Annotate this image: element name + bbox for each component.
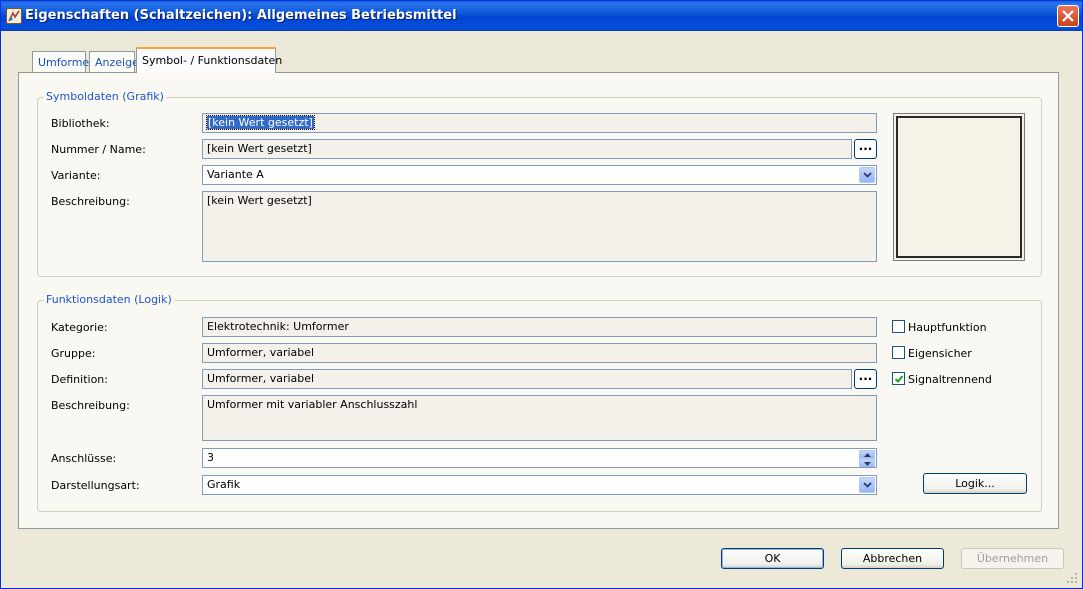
category-field[interactable]: Elektrotechnik: Umformer [202, 317, 877, 337]
main-function-label: Hauptfunktion [908, 321, 987, 334]
number-name-field[interactable]: [kein Wert gesetzt] [202, 139, 852, 159]
connections-label: Anschlüsse: [51, 452, 117, 465]
cancel-button[interactable]: Abbrechen [841, 548, 944, 569]
group-field[interactable]: Umformer, variabel [202, 343, 877, 363]
signal-separating-label: Signaltrennend [908, 373, 992, 386]
chevron-down-icon [863, 172, 872, 178]
main-function-checkbox[interactable] [892, 320, 905, 333]
library-field[interactable]: [kein Wert gesetzt] [202, 113, 877, 133]
window-title: Eigenschaften (Schaltzeichen): Allgemein… [25, 8, 457, 23]
group-value: Umformer, variabel [207, 346, 315, 359]
close-icon [1062, 10, 1074, 22]
connections-spin-buttons [859, 450, 875, 467]
tab-panel: Symboldaten (Grafik) Bibliothek: [kein W… [18, 72, 1059, 529]
symbol-description-field[interactable]: [kein Wert gesetzt] [202, 191, 877, 262]
app-icon [6, 8, 22, 24]
variant-label: Variante: [51, 169, 101, 182]
close-button[interactable] [1057, 5, 1079, 27]
definition-value: Umformer, variabel [207, 372, 315, 385]
ok-button[interactable]: OK [721, 548, 824, 569]
tab-umformer-label: Umformer [38, 56, 94, 69]
variant-dropdown[interactable]: Variante A [202, 165, 877, 185]
intrinsic-safe-label: Eigensicher [908, 347, 972, 360]
number-name-browse-button[interactable]: ... [854, 139, 877, 159]
representation-dropdown[interactable]: Grafik [202, 475, 877, 495]
symbol-preview-frame [896, 116, 1022, 258]
library-label: Bibliothek: [51, 117, 110, 130]
representation-value: Grafik [207, 478, 241, 491]
connections-spinner[interactable]: 3 [202, 448, 877, 468]
definition-label: Definition: [51, 373, 108, 386]
representation-dropdown-button[interactable] [859, 477, 875, 493]
symbol-description-label: Beschreibung: [51, 195, 130, 208]
chevron-up-icon [864, 453, 871, 457]
tab-symbol-funktionsdaten-label: Symbol- / Funktionsdaten [142, 54, 283, 67]
representation-label: Darstellungsart: [51, 479, 140, 492]
apply-button[interactable]: Übernehmen [961, 548, 1064, 569]
group-label: Gruppe: [51, 347, 96, 360]
library-value: [kein Wert gesetzt] [206, 115, 315, 130]
connections-value: 3 [207, 451, 214, 464]
symbol-data-legend: Symboldaten (Grafik) [44, 90, 166, 103]
logic-button[interactable]: Logik... [923, 473, 1027, 494]
definition-field[interactable]: Umformer, variabel [202, 369, 852, 389]
chevron-down-icon [864, 462, 871, 466]
checkmark-icon [894, 375, 904, 383]
spin-up-button[interactable] [859, 450, 875, 459]
variant-dropdown-button[interactable] [859, 167, 875, 183]
tab-symbol-funktionsdaten[interactable]: Symbol- / Funktionsdaten [136, 47, 282, 73]
function-description-label: Beschreibung: [51, 399, 130, 412]
definition-browse-button[interactable]: ... [854, 369, 877, 389]
function-description-value: Umformer mit variabler Anschlusszahl [207, 398, 418, 411]
signal-separating-checkbox[interactable] [892, 372, 905, 385]
category-value: Elektrotechnik: Umformer [207, 320, 349, 333]
properties-dialog: Eigenschaften (Schaltzeichen): Allgemein… [0, 0, 1083, 589]
number-name-value: [kein Wert gesetzt] [207, 142, 312, 155]
tab-umformer[interactable]: Umformer [32, 51, 94, 73]
function-description-field[interactable]: Umformer mit variabler Anschlusszahl [202, 395, 877, 441]
intrinsic-safe-checkbox[interactable] [892, 346, 905, 359]
spin-down-button[interactable] [859, 459, 875, 467]
variant-value: Variante A [207, 168, 264, 181]
resize-grip-icon[interactable] [1066, 572, 1078, 584]
function-data-legend: Funktionsdaten (Logik) [44, 293, 174, 306]
chevron-down-icon [863, 482, 872, 488]
tab-anzeige-label: Anzeige [95, 56, 139, 69]
symbol-preview [893, 113, 1025, 261]
symbol-description-value: [kein Wert gesetzt] [207, 194, 312, 207]
tab-anzeige[interactable]: Anzeige [89, 51, 139, 73]
title-bar[interactable]: Eigenschaften (Schaltzeichen): Allgemein… [1, 1, 1082, 31]
category-label: Kategorie: [51, 321, 108, 334]
number-name-label: Nummer / Name: [51, 143, 146, 156]
